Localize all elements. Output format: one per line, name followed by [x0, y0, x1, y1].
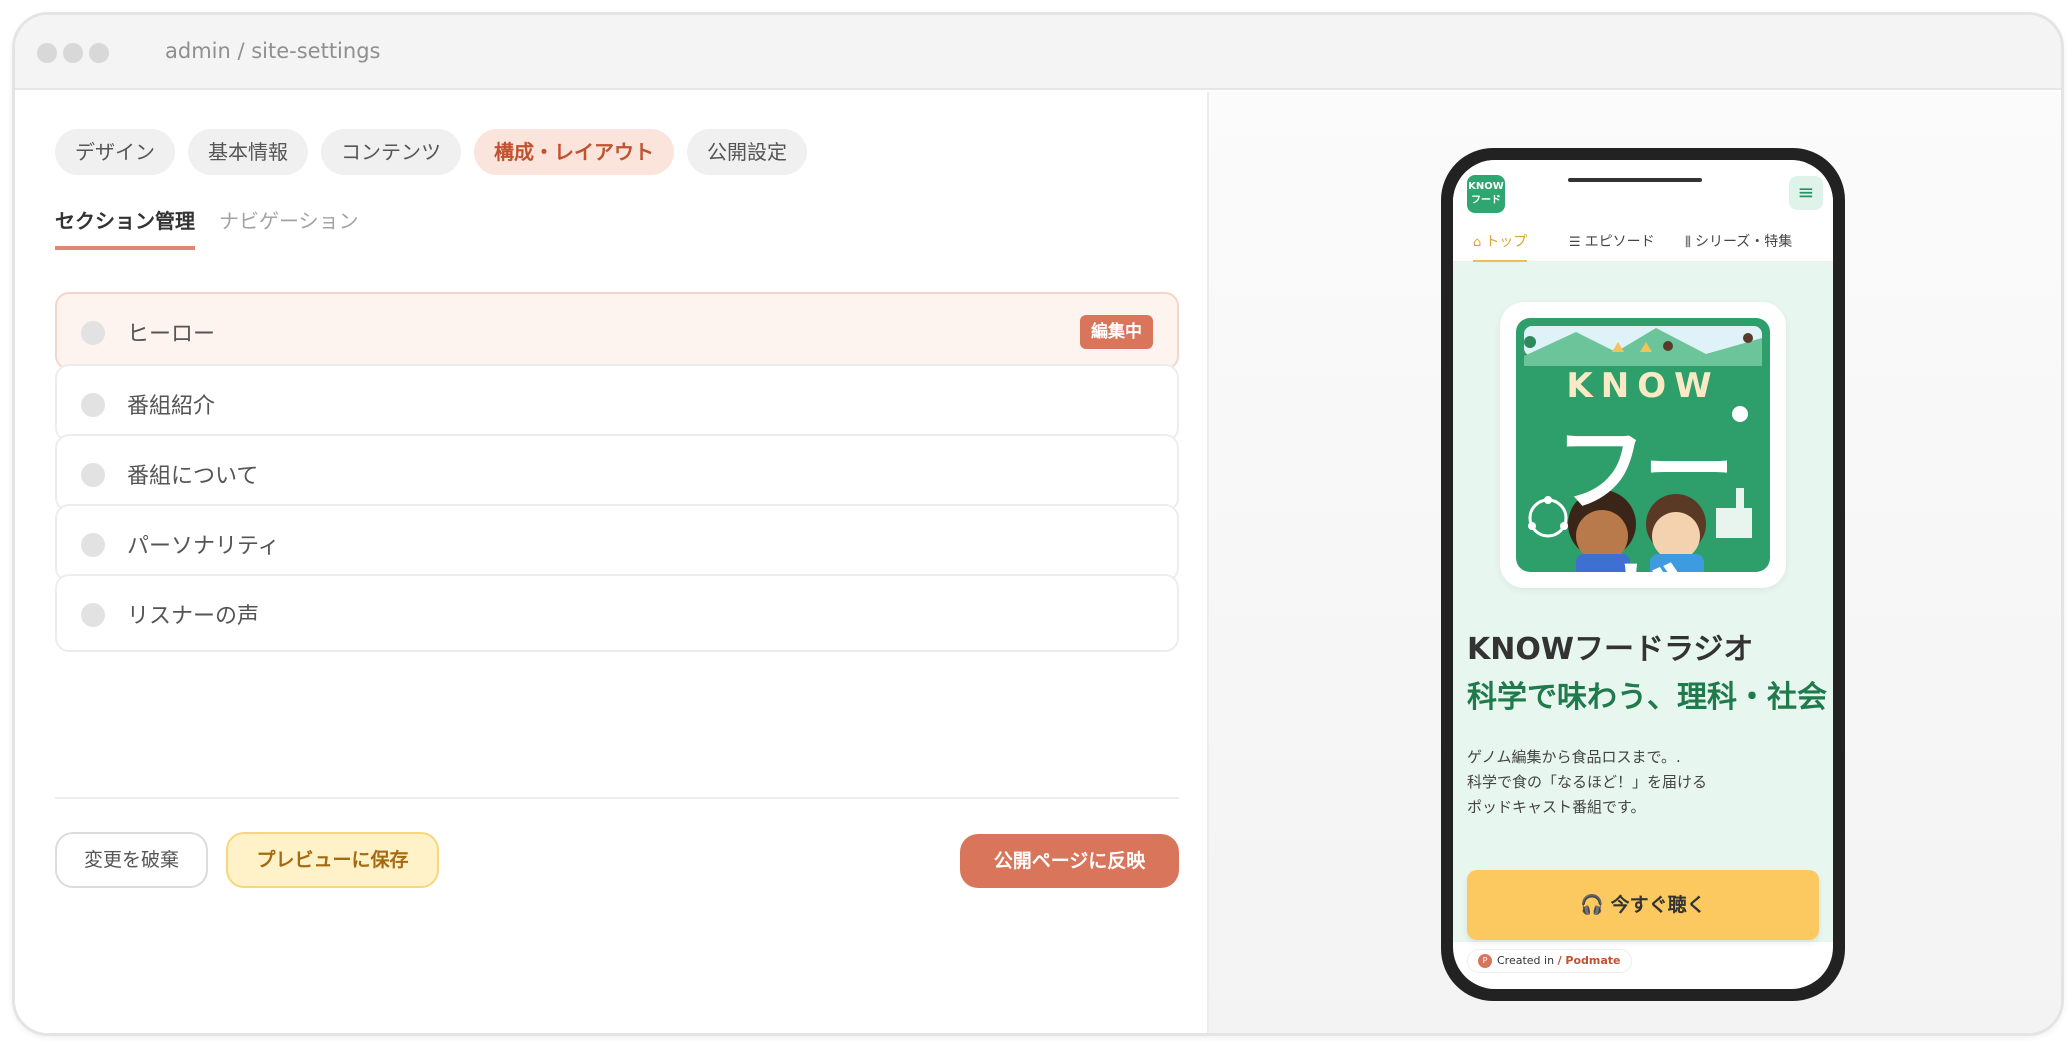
section-item-hero[interactable]: ヒーロー 編集中	[55, 292, 1179, 370]
section-label: ヒーロー	[127, 322, 216, 347]
podcast-description: ゲノム編集から食品ロスまで。. 科学で食の「なるほど！」を届ける ポッドキャスト…	[1467, 745, 1707, 820]
nav-item-top[interactable]: ⌂ トップ	[1473, 231, 1528, 262]
podcast-subtitle: 科学で味わう、理科・社会	[1467, 680, 1827, 715]
section-radio[interactable]	[81, 603, 105, 627]
nav-label: シリーズ・特集	[1694, 234, 1793, 250]
phone-notch	[1568, 178, 1702, 182]
preview-panel: KNOW フード ≡ ⌂ トップ ☰ エピソード ⫼ シリーズ・特集 KNOW …	[1207, 92, 2061, 1033]
subtab-navigation[interactable]: ナビゲーション	[219, 205, 359, 246]
podmate-logo-icon: P	[1478, 954, 1492, 968]
nav-label: エピソード	[1584, 234, 1655, 250]
tab-basic-info[interactable]: 基本情報	[188, 129, 308, 175]
browser-window: admin / site-settings デザイン 基本情報 コンテンツ 構成…	[12, 12, 2064, 1036]
created-in-badge[interactable]: P Created in / Podmate	[1467, 949, 1632, 973]
phone-frame: KNOW フード ≡ ⌂ トップ ☰ エピソード ⫼ シリーズ・特集 KNOW …	[1441, 148, 1845, 1001]
section-item-personality[interactable]: パーソナリティ	[55, 504, 1179, 582]
podcast-title: KNOWフードラジオ	[1467, 632, 1754, 667]
phone-screen: KNOW フード ≡ ⌂ トップ ☰ エピソード ⫼ シリーズ・特集 KNOW …	[1453, 160, 1833, 989]
podcast-logo[interactable]: KNOW フード	[1467, 175, 1505, 213]
created-in-label: Created in	[1497, 954, 1555, 967]
main-tabs: デザイン 基本情報 コンテンツ 構成・レイアウト 公開設定	[55, 129, 807, 175]
divider	[55, 797, 1179, 799]
tab-layout[interactable]: 構成・レイアウト	[474, 129, 674, 175]
section-label: 番組紹介	[127, 394, 216, 419]
title-bar: admin / site-settings	[15, 15, 2061, 90]
section-radio[interactable]	[81, 533, 105, 557]
podcast-artwork-frame: KNOW フード	[1500, 302, 1786, 588]
playlist-icon: ☰	[1569, 235, 1581, 250]
window-maximize-dot[interactable]	[89, 43, 109, 63]
nav-label: トップ	[1485, 234, 1528, 250]
section-label: パーソナリティ	[127, 534, 280, 559]
section-radio[interactable]	[81, 321, 105, 345]
tab-contents[interactable]: コンテンツ	[321, 129, 461, 175]
listen-now-label: 今すぐ聴く	[1610, 894, 1706, 916]
artwork-title-food: フード	[1554, 417, 1735, 572]
description-line: ポッドキャスト番組です。	[1467, 798, 1646, 816]
listen-now-button[interactable]: 🎧 今すぐ聴く	[1467, 870, 1819, 940]
publish-button[interactable]: 公開ページに反映	[960, 834, 1179, 888]
hamburger-menu-icon[interactable]: ≡	[1789, 176, 1823, 210]
subtab-section-management[interactable]: セクション管理	[55, 205, 195, 250]
nav-item-series[interactable]: ⫼ シリーズ・特集	[1685, 231, 1792, 251]
section-item-listener-voice[interactable]: リスナーの声	[55, 574, 1179, 652]
section-item-intro[interactable]: 番組紹介	[55, 364, 1179, 442]
app-header: KNOW フード ≡	[1453, 160, 1833, 220]
home-icon: ⌂	[1473, 235, 1482, 250]
library-icon: ⫼	[1685, 235, 1691, 250]
section-item-about[interactable]: 番組について	[55, 434, 1179, 512]
window-title: admin / site-settings	[165, 39, 381, 63]
section-label: リスナーの声	[127, 604, 260, 629]
description-line: 科学で食の「なるほど！」を届ける	[1467, 773, 1708, 791]
podmate-brand: / Podmate	[1557, 954, 1621, 967]
podcast-artwork: KNOW フード	[1516, 318, 1770, 572]
headphones-icon: 🎧	[1580, 894, 1611, 916]
tab-design[interactable]: デザイン	[55, 129, 175, 175]
editing-badge: 編集中	[1080, 315, 1153, 349]
settings-panel: デザイン 基本情報 コンテンツ 構成・レイアウト 公開設定 セクション管理 ナビ…	[15, 92, 1207, 1033]
save-preview-button[interactable]: プレビューに保存	[226, 832, 439, 888]
hero-section: KNOW フード KNOWフードラジオ 科学で味わう、理科・社会 ゲノム編集から…	[1453, 262, 1833, 942]
description-line: ゲノム編集から食品ロスまで。.	[1467, 748, 1681, 766]
nav-item-episodes[interactable]: ☰ エピソード	[1569, 231, 1655, 251]
window-close-dot[interactable]	[37, 43, 57, 63]
section-label: 番組について	[127, 464, 259, 489]
tab-publish-settings[interactable]: 公開設定	[687, 129, 807, 175]
window-minimize-dot[interactable]	[63, 43, 83, 63]
discard-changes-button[interactable]: 変更を破棄	[55, 832, 208, 888]
section-radio[interactable]	[81, 393, 105, 417]
section-radio[interactable]	[81, 463, 105, 487]
app-nav: ⌂ トップ ☰ エピソード ⫼ シリーズ・特集	[1453, 220, 1833, 262]
